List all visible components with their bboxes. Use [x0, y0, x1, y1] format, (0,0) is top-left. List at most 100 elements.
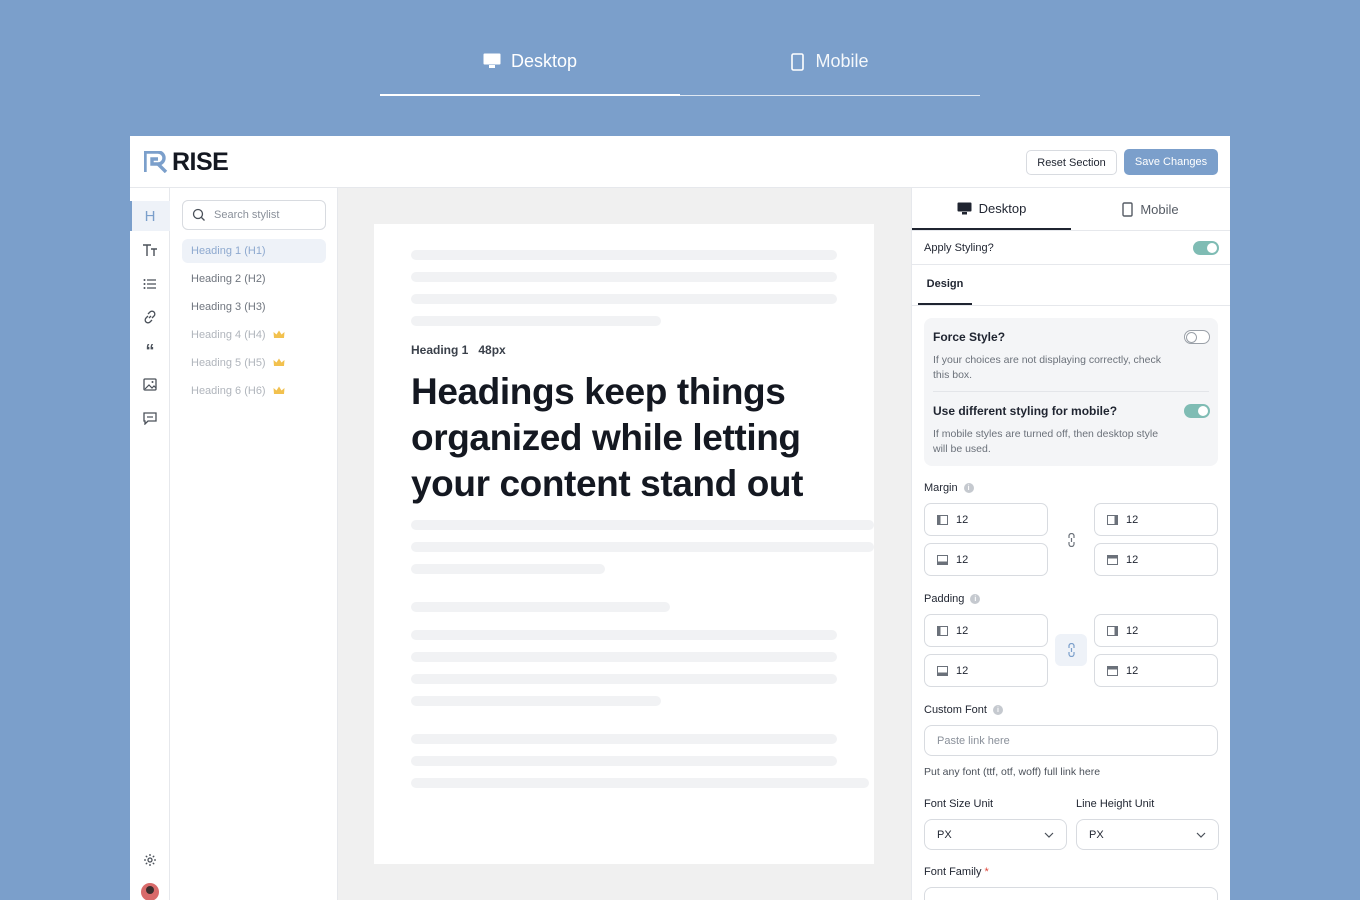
padding-bottom-field[interactable]: 12 — [924, 654, 1048, 687]
padding-link-button[interactable] — [1055, 634, 1087, 666]
quote-icon: “ — [145, 341, 155, 361]
margin-link-button[interactable] — [1055, 524, 1087, 556]
rail-comment[interactable] — [130, 403, 170, 433]
info-icon[interactable]: i — [970, 594, 981, 604]
logo: RISE — [144, 148, 229, 176]
rail-text-size[interactable] — [130, 235, 170, 265]
font-family-label: Font Family * — [924, 866, 989, 878]
settings-panel: Desktop Mobile Apply Styling? Design For… — [911, 188, 1230, 900]
toggle-knob — [1186, 331, 1197, 343]
settings-tab-desktop[interactable]: Desktop — [912, 188, 1071, 230]
phone-icon — [1122, 201, 1134, 217]
style-options-card: Force Style? If your choices are not dis… — [924, 318, 1218, 466]
image-icon — [143, 377, 157, 391]
margin-bottom-value: 12 — [956, 553, 969, 566]
font-family-label-text: Font Family — [924, 866, 982, 878]
apply-styling-toggle[interactable] — [1193, 240, 1219, 255]
rail-list[interactable] — [130, 269, 170, 299]
side-bottom-icon — [937, 554, 948, 565]
line-height-unit-value: PX — [1089, 828, 1104, 841]
preview-canvas: Heading 1 48px Headings keep things orga… — [338, 188, 911, 900]
placeholder-line — [411, 778, 869, 788]
padding-left-value: 12 — [956, 624, 969, 637]
chevron-down-icon — [1196, 832, 1206, 838]
apply-styling-label: Apply Styling? — [924, 241, 994, 254]
avatar — [141, 883, 159, 900]
rail-settings[interactable] — [130, 845, 170, 875]
tab-design[interactable]: Design — [918, 265, 972, 305]
placeholder-line — [411, 250, 837, 260]
phone-icon — [791, 52, 805, 71]
search-icon — [192, 208, 205, 221]
save-changes-button[interactable]: Save Changes — [1124, 149, 1218, 175]
custom-font-input[interactable] — [924, 725, 1218, 756]
placeholder-line — [411, 734, 837, 744]
rail-image[interactable] — [130, 369, 170, 399]
stylist-item-h2[interactable]: Heading 2 (H2) — [182, 267, 326, 291]
rail-avatar[interactable] — [130, 877, 170, 900]
stylist-item-h5[interactable]: Heading 5 (H5) — [182, 351, 326, 375]
divider — [933, 391, 1209, 392]
tool-rail: H “ — [130, 188, 170, 900]
padding-left-field[interactable]: 12 — [924, 614, 1048, 647]
custom-font-label-text: Custom Font — [924, 704, 987, 716]
rail-link[interactable] — [130, 302, 170, 332]
settings-tab-mobile[interactable]: Mobile — [1071, 188, 1230, 230]
padding-right-value: 12 — [1126, 624, 1139, 637]
side-top-icon — [1107, 665, 1118, 676]
font-size-unit-label: Font Size Unit — [924, 798, 994, 810]
margin-left-field[interactable]: 12 — [924, 503, 1048, 536]
crown-icon — [273, 386, 285, 394]
reset-section-button[interactable]: Reset Section — [1026, 150, 1117, 175]
toggle-knob — [1198, 406, 1208, 416]
side-top-icon — [1107, 554, 1118, 565]
margin-right-field[interactable]: 12 — [1094, 503, 1218, 536]
force-style-toggle[interactable] — [1184, 330, 1210, 344]
margin-label: Margin i — [924, 482, 974, 494]
custom-font-label: Custom Font i — [924, 704, 1003, 716]
margin-bottom-field[interactable]: 12 — [924, 543, 1048, 576]
stylist-item-h4[interactable]: Heading 4 (H4) — [182, 323, 326, 347]
custom-font-help: Put any font (ttf, otf, woff) full link … — [924, 766, 1101, 778]
side-left-icon — [937, 625, 948, 636]
info-icon[interactable]: i — [963, 483, 974, 493]
margin-right-value: 12 — [1126, 513, 1139, 526]
mobile-styling-toggle[interactable] — [1184, 404, 1210, 418]
rail-quote[interactable]: “ — [130, 336, 170, 366]
logo-text: RISE — [172, 148, 229, 176]
info-icon[interactable]: i — [992, 705, 1003, 715]
search-box[interactable] — [182, 200, 326, 230]
margin-label-text: Margin — [924, 482, 958, 494]
stylist-item-h6[interactable]: Heading 6 (H6) — [182, 379, 326, 403]
padding-right-field[interactable]: 12 — [1094, 614, 1218, 647]
line-height-unit-select[interactable]: PX — [1076, 819, 1219, 850]
font-family-select[interactable] — [924, 887, 1218, 900]
margin-top-field[interactable]: 12 — [1094, 543, 1218, 576]
placeholder-line — [411, 520, 874, 530]
stylist-item-label: Heading 2 (H2) — [191, 273, 266, 285]
app-window: RISE Reset Section Save Changes H “ Sear… — [130, 136, 1230, 900]
stylist-item-label: Heading 3 (H3) — [191, 301, 266, 313]
font-size-unit-select[interactable]: PX — [924, 819, 1067, 850]
stylist-item-h3[interactable]: Heading 3 (H3) — [182, 295, 326, 319]
search-input[interactable] — [214, 209, 314, 221]
heading-preview-text: Headings keep things organized while let… — [411, 371, 804, 504]
stylist-item-label: Heading 6 (H6) — [191, 385, 266, 397]
rail-heading[interactable]: H — [130, 201, 170, 231]
line-height-unit-label: Line Height Unit — [1076, 798, 1155, 810]
divider — [912, 305, 1230, 306]
settings-icon — [144, 854, 156, 866]
heading-meta: Heading 1 48px — [411, 343, 506, 357]
tab-mobile[interactable]: Mobile — [680, 44, 980, 96]
side-right-icon — [1107, 625, 1118, 636]
mobile-styling-description: If mobile styles are turned off, then de… — [933, 428, 1159, 455]
text-size-icon — [143, 244, 157, 256]
stylist-item-h1[interactable]: Heading 1 (H1) — [182, 239, 326, 263]
side-right-icon — [1107, 514, 1118, 525]
placeholder-line — [411, 674, 837, 684]
padding-top-field[interactable]: 12 — [1094, 654, 1218, 687]
tab-desktop[interactable]: Desktop — [380, 44, 680, 96]
placeholder-line — [411, 272, 837, 282]
margin-left-value: 12 — [956, 513, 969, 526]
side-bottom-icon — [937, 665, 948, 676]
